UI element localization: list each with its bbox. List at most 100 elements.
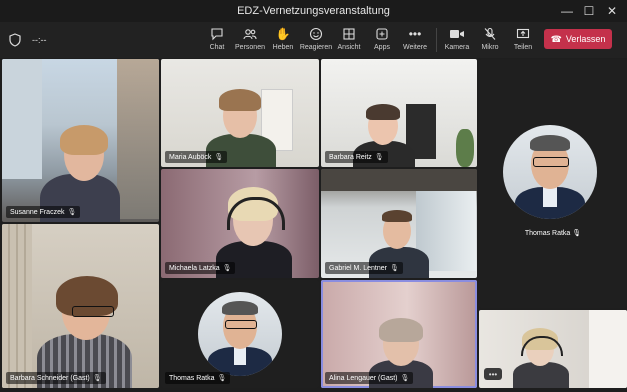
participant-name-tag: Susanne Fraczek 🎙 <box>6 206 81 218</box>
video-tile[interactable]: Susanne Fraczek 🎙 <box>2 59 159 222</box>
avatar <box>198 292 282 376</box>
camera-button[interactable]: Kamera <box>440 24 474 56</box>
shirt-collar <box>234 347 246 365</box>
apps-button[interactable]: Apps <box>365 24 399 56</box>
chat-icon <box>209 26 225 42</box>
smiley-icon <box>308 26 324 42</box>
glasses-icon <box>72 306 114 317</box>
more-icon: ••• <box>408 27 422 41</box>
more-actions-button[interactable]: ••• Weitere <box>398 24 432 56</box>
video-tile[interactable]: Maria Auböck 🎙 <box>161 59 319 167</box>
mic-label: Mikro <box>481 44 499 51</box>
participant-name-tag: Barbara Reitz 🎙 <box>325 151 388 163</box>
participant-name: Barbara Reitz <box>329 153 372 161</box>
chat-label: Chat <box>209 44 225 51</box>
share-button[interactable]: Teilen <box>506 24 540 56</box>
minimize-button[interactable]: — <box>555 0 579 22</box>
people-icon <box>242 26 258 42</box>
title-bar: EDZ-Vernetzungsveranstaltung — ☐ ✕ <box>0 0 627 22</box>
mic-icon: 🎙 <box>374 154 384 161</box>
raise-hand-label: Heben <box>272 44 294 51</box>
mic-icon: 🎙 <box>389 265 399 272</box>
video-tile[interactable]: Alina Lengauer (Gast) 🎙 <box>321 280 477 388</box>
shield-icon <box>9 33 21 47</box>
participant-name-tag: Barbara Schneider (Gast) 🎙 <box>6 372 106 384</box>
participant-name: Barbara Schneider (Gast) <box>10 374 90 382</box>
participant-name: Michaela Latzka <box>169 264 220 272</box>
curtain-background <box>2 224 32 388</box>
video-tile[interactable]: Gabriel M. Lentner 🎙 <box>321 169 477 278</box>
participant-name-tag: Thomas Ratka 🎙 <box>479 229 627 237</box>
mic-button[interactable]: Mikro <box>473 24 507 56</box>
hand-icon: ✋ <box>275 27 291 41</box>
participant-hair <box>382 210 412 222</box>
participant-name: Maria Auböck <box>169 153 212 161</box>
meeting-toolbar: --:-- Chat Personen ✋ Heben Reagieren An… <box>0 22 627 58</box>
raise-hand-button[interactable]: ✋ Heben <box>266 24 300 56</box>
react-label: Reagieren <box>299 44 333 51</box>
more-options-icon: ••• <box>488 369 498 379</box>
toolbar-divider <box>436 28 437 52</box>
leave-label: Verlassen <box>565 34 606 44</box>
participant-name-tag: Gabriel M. Lentner 🎙 <box>325 262 403 274</box>
participant-hair <box>222 301 258 315</box>
mic-icon: 🎙 <box>572 230 582 237</box>
video-tile[interactable]: Barbara Schneider (Gast) 🎙 <box>2 224 159 388</box>
people-button[interactable]: Personen <box>233 24 267 56</box>
people-label: Personen <box>235 44 265 51</box>
leave-button[interactable]: ☎ Verlassen <box>544 29 612 49</box>
apps-label: Apps <box>374 44 390 51</box>
participant-hair <box>366 104 400 120</box>
mic-icon: 🎙 <box>92 375 102 382</box>
participant-hair <box>219 89 261 111</box>
plant-background <box>456 129 474 167</box>
video-tile[interactable]: Thomas Ratka 🎙 <box>161 280 319 388</box>
add-app-icon <box>374 26 390 42</box>
window-title: EDZ-Vernetzungsveranstaltung <box>237 5 390 17</box>
participant-name-tag: Alina Lengauer (Gast) 🎙 <box>325 372 414 384</box>
participant-name: Thomas Ratka <box>524 230 571 237</box>
share-icon <box>515 26 531 42</box>
mic-off-icon <box>482 26 498 42</box>
window-background <box>589 310 627 388</box>
react-button[interactable]: Reagieren <box>299 24 333 56</box>
glasses-icon <box>225 320 257 329</box>
ceiling-background <box>321 169 477 191</box>
shirt-collar <box>543 187 557 207</box>
view-button[interactable]: Ansicht <box>332 24 366 56</box>
more-options-button[interactable]: ••• <box>484 368 502 380</box>
video-tile[interactable]: Thomas Ratka 🎙 <box>479 59 627 308</box>
participant-hair <box>530 135 570 151</box>
participant-name-tag: Maria Auböck 🎙 <box>165 151 228 163</box>
building-background <box>117 59 159 219</box>
mic-icon: 🎙 <box>400 375 410 382</box>
participant-name-tag: Thomas Ratka 🎙 <box>165 372 231 384</box>
mic-icon: 🎙 <box>67 209 77 216</box>
maximize-button[interactable]: ☐ <box>577 0 601 22</box>
meeting-timer: --:-- <box>32 35 47 45</box>
video-tile[interactable]: Barbara Reitz 🎙 <box>321 59 477 167</box>
chat-button[interactable]: Chat <box>200 24 234 56</box>
avatar <box>503 125 597 219</box>
mic-icon: 🎙 <box>217 375 227 382</box>
more-label: Weitere <box>403 44 427 51</box>
glasses-icon <box>533 157 569 167</box>
participant-name-tag: Michaela Latzka 🎙 <box>165 262 236 274</box>
camera-label: Kamera <box>444 44 470 51</box>
participant-name: Alina Lengauer (Gast) <box>329 374 398 382</box>
participant-hair <box>60 125 108 155</box>
mic-icon: 🎙 <box>222 265 232 272</box>
participant-name: Thomas Ratka <box>169 374 215 382</box>
view-label: Ansicht <box>337 44 361 51</box>
participant-hair <box>379 318 423 342</box>
video-tile[interactable]: Michaela Latzka 🎙 <box>161 169 319 278</box>
mic-icon: 🎙 <box>214 154 224 161</box>
participant-name: Susanne Fraczek <box>10 208 65 216</box>
building-background <box>2 59 42 179</box>
close-window-button[interactable]: ✕ <box>600 0 624 22</box>
participant-name: Gabriel M. Lentner <box>329 264 387 272</box>
camera-icon <box>449 26 465 42</box>
share-label: Teilen <box>513 44 533 51</box>
phone-hangup-icon: ☎ <box>550 33 562 44</box>
grid-view-icon <box>341 26 357 42</box>
